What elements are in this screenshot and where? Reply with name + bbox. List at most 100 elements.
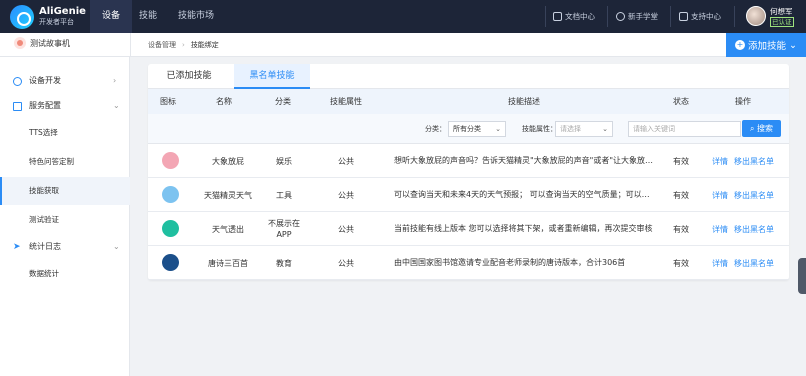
tutorial-label: 新手学堂: [628, 12, 658, 21]
detail-link[interactable]: 详情: [712, 144, 728, 178]
plus-circle-icon: +: [735, 40, 745, 50]
table-header: 图标 名称 分类 技能属性 技能描述 状态 操作: [148, 89, 789, 114]
sidebar-item-data-stats[interactable]: 数据统计: [0, 260, 130, 288]
table-row: 天气透出 不展示在APP 公共 当前技能有线上版本 您可以选择将其下架，或者重新编辑，…: [148, 212, 789, 246]
divider: [607, 6, 608, 27]
col-attribute: 技能属性: [330, 97, 362, 106]
add-skill-button[interactable]: + 添加技能 ⌄: [726, 33, 806, 57]
nav-tab-skill-market[interactable]: 技能市场: [170, 0, 222, 33]
sidebar-item-label: 服务配置: [29, 101, 61, 110]
table-row: 大象放屁 娱乐 公共 想听大象放屁的声音吗？告诉天猫精灵"大象放屁的声音"或者"让大象…: [148, 144, 789, 178]
remove-from-blacklist-link[interactable]: 移出黑名单: [734, 246, 774, 280]
support-label: 支持中心: [691, 12, 721, 21]
skill-tabs: 已添加技能 黑名单技能: [148, 64, 789, 89]
skill-category: 教育: [276, 258, 292, 268]
nav-tab-device[interactable]: 设备: [90, 0, 132, 33]
brand-subtitle: 开发者平台: [39, 18, 74, 26]
attribute-filter-label: 技能属性：: [522, 125, 557, 133]
device-name: 测试故事机: [30, 38, 70, 48]
skill-name: 天气透出: [212, 224, 244, 234]
keyword-search-input[interactable]: 请输入关键词: [628, 121, 741, 137]
chevron-down-icon: ⌄: [602, 125, 608, 133]
sidebar-item-test[interactable]: 测试验证: [0, 206, 130, 234]
skill-description: 可以查询当天和未来4天的天气预报； 可以查询当天的空气质量；可以查询穿衣指数: [394, 190, 654, 199]
device-selector[interactable]: 测试故事机: [14, 37, 70, 49]
sidebar-item-service-config[interactable]: 服务配置 ⌄: [0, 92, 130, 120]
breadcrumb-skill-binding: 技能绑定: [190, 41, 219, 49]
nav-tab-skill[interactable]: 技能: [132, 0, 164, 33]
chevron-down-icon: ⌄: [113, 242, 120, 251]
skill-description: 当前技能有线上版本 您可以选择将其下架，或者重新编辑，再次提交审核: [394, 224, 653, 233]
scroll-handle[interactable]: [798, 258, 806, 294]
tianqi-icon: [162, 220, 179, 237]
elephant-icon: [162, 152, 179, 169]
table-row: 天猫精灵天气 工具 公共 可以查询当天和未来4天的天气预报； 可以查询当天的空气质量；…: [148, 178, 789, 212]
device-icon: [14, 37, 26, 49]
gear-icon: [13, 77, 22, 86]
sidebar-item-label: TTS选择: [29, 128, 58, 137]
support-link[interactable]: 支持中心: [679, 0, 721, 33]
sidebar-item-tts[interactable]: TTS选择: [0, 119, 130, 147]
skill-name: 唐诗三百首: [208, 258, 248, 268]
top-navigation-bar: AliGenie 开发者平台 设备 技能 技能市场 文档中心 新手学堂 支持中心…: [0, 0, 806, 33]
search-button-label: 搜索: [757, 124, 774, 133]
sidebar-item-custom-qa[interactable]: 特色问答定制: [0, 148, 130, 176]
sidebar-item-label: 统计日志: [29, 242, 61, 251]
table-row: 唐诗三百首 教育 公共 由中国国家图书馆邀请专业配音老师录制的唐诗版本，合计306首 有…: [148, 246, 789, 280]
skill-status: 有效: [673, 258, 689, 268]
tutorial-link[interactable]: 新手学堂: [616, 0, 658, 33]
col-category: 分类: [275, 97, 291, 106]
divider: [734, 6, 735, 27]
brand-text: AliGenie 开发者平台: [39, 6, 86, 28]
skill-description: 想听大象放屁的声音吗？告诉天猫精灵"大象放屁的声音"或者"让大象放个屁": [394, 156, 654, 165]
remove-from-blacklist-link[interactable]: 移出黑名单: [734, 144, 774, 178]
tab-added-skills[interactable]: 已添加技能: [154, 64, 224, 89]
attribute-select-placeholder: 请选择: [560, 125, 581, 133]
skill-status: 有效: [673, 224, 689, 234]
search-button[interactable]: ⌕ 搜索: [742, 120, 781, 137]
sidebar-item-label: 技能获取: [29, 186, 59, 195]
detail-link[interactable]: 详情: [712, 246, 728, 280]
sidebar-item-device-dev[interactable]: 设备开发 ›: [0, 67, 130, 95]
detail-link[interactable]: 详情: [712, 178, 728, 212]
book-icon: [162, 254, 179, 271]
search-icon: ⌕: [749, 124, 755, 133]
chevron-down-icon: ⌄: [495, 125, 501, 133]
graduation-icon: [616, 12, 625, 21]
col-icon: 图标: [160, 97, 176, 106]
skill-attribute: 公共: [338, 258, 354, 268]
doc-center-label: 文档中心: [565, 12, 595, 21]
category-select[interactable]: 所有分类 ⌄: [448, 121, 506, 137]
filter-bar: 分类： 所有分类 ⌄ 技能属性： 请选择 ⌄ 请输入关键词 ⌕ 搜索: [148, 114, 789, 144]
sidebar-item-skill-acquire[interactable]: 技能获取: [0, 177, 130, 205]
remove-from-blacklist-link[interactable]: 移出黑名单: [734, 178, 774, 212]
doc-center-link[interactable]: 文档中心: [553, 0, 595, 33]
avatar[interactable]: [746, 6, 766, 26]
chevron-right-icon: ›: [182, 41, 185, 49]
send-icon: ➤: [13, 242, 21, 252]
skill-attribute: 公共: [338, 190, 354, 200]
sidebar-item-label: 测试验证: [29, 215, 59, 224]
attribute-select[interactable]: 请选择 ⌄: [555, 121, 613, 137]
chevron-down-icon: ⌄: [113, 101, 120, 110]
skill-attribute: 公共: [338, 224, 354, 234]
col-name: 名称: [216, 97, 232, 106]
chevron-right-icon: ›: [113, 76, 117, 85]
sidebar-item-stats-log[interactable]: ➤ 统计日志 ⌄: [0, 233, 130, 261]
user-name[interactable]: 何想军: [770, 6, 793, 17]
brand-logo[interactable]: AliGenie 开发者平台: [10, 5, 86, 29]
skill-name: 大象放屁: [212, 156, 244, 166]
tab-blacklist-skills[interactable]: 黑名单技能: [234, 64, 310, 89]
divider: [130, 33, 131, 57]
breadcrumb-device-management[interactable]: 设备管理: [148, 33, 176, 57]
col-actions: 操作: [735, 97, 751, 106]
remove-from-blacklist-link[interactable]: 移出黑名单: [734, 212, 774, 246]
aligenie-logo-icon: [10, 5, 34, 29]
skill-category: 娱乐: [276, 156, 292, 166]
detail-link[interactable]: 详情: [712, 212, 728, 246]
weather-icon: [162, 186, 179, 203]
category-select-value: 所有分类: [453, 125, 481, 133]
sidebar-item-label: 数据统计: [29, 269, 59, 278]
sidebar-item-label: 特色问答定制: [29, 157, 74, 166]
keyword-placeholder: 请输入关键词: [633, 125, 675, 133]
